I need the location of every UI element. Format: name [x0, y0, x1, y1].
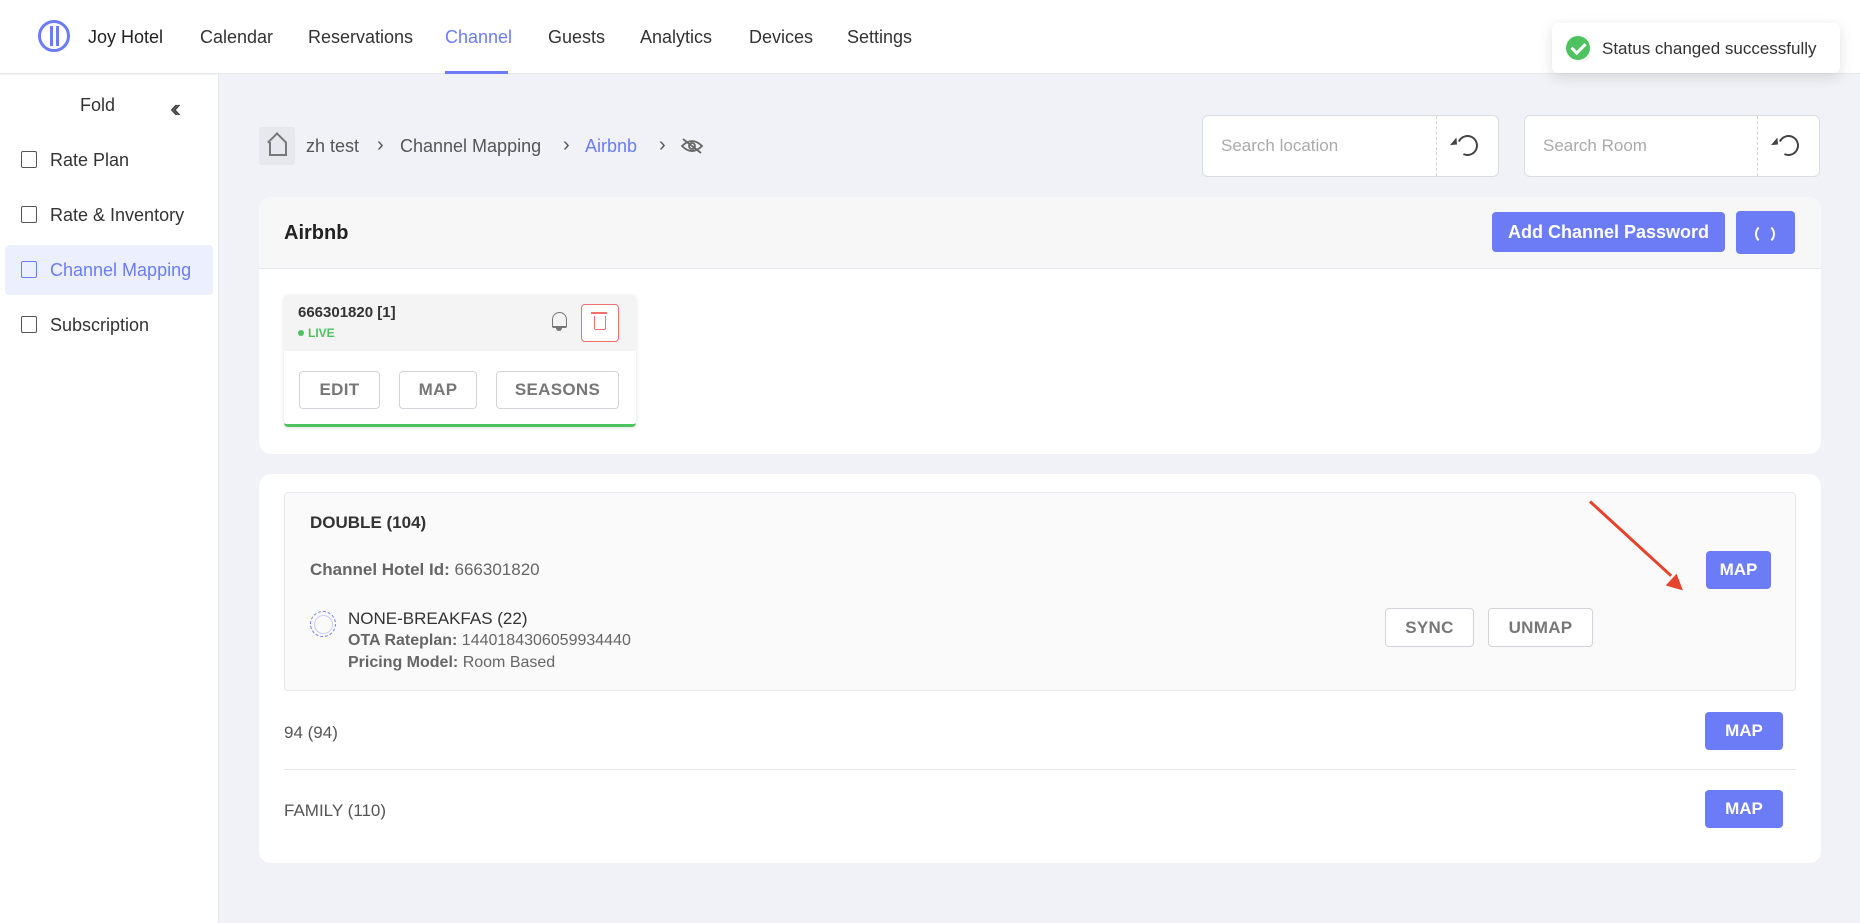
room-title: DOUBLE (104): [310, 513, 427, 532]
sidebar-item-subscription[interactable]: Subscription: [5, 300, 213, 350]
eye-off-icon[interactable]: [680, 138, 704, 154]
pricing-model-value: Room Based: [462, 654, 556, 671]
rate-plan-radio[interactable]: [310, 611, 336, 637]
sidebar-item-label: Rate & Inventory: [50, 205, 185, 225]
search-room-box: [1524, 115, 1820, 177]
sync-button[interactable]: SYNC: [1385, 608, 1474, 647]
sidebar-item-rate-inventory[interactable]: Rate & Inventory: [5, 190, 213, 240]
channel-hotel-id-label: Channel Hotel Id:: [310, 560, 450, 579]
chevron-right-icon: ›: [659, 134, 666, 156]
map-room-button[interactable]: MAP: [1705, 712, 1783, 750]
chevron-right-icon: ›: [377, 134, 384, 156]
ota-rateplan: OTA Rateplan: 1440184306059934440: [348, 632, 631, 650]
room-title: FAMILY (110): [284, 801, 387, 820]
sidebar-item-label: Subscription: [50, 315, 150, 335]
seasons-button[interactable]: SEASONS: [496, 371, 619, 409]
check-circle-icon: [1566, 36, 1590, 60]
nav-devices[interactable]: Devices: [749, 27, 813, 48]
divider: [284, 769, 1796, 770]
map-room-button[interactable]: MAP: [1705, 790, 1783, 828]
channel-card: Airbnb Add Channel Password 666301820 [1…: [259, 197, 1821, 454]
room-title: 94 (94): [284, 723, 338, 742]
reset-room-button[interactable]: [1757, 116, 1819, 176]
rate-plan-name: NONE-BREAKFAS (22): [348, 609, 528, 628]
status-badge: LIVE: [298, 326, 335, 340]
property-card: 666301820 [1] LIVE EDIT MAP SEASONS: [284, 295, 636, 427]
sidebar-item-channel-mapping[interactable]: Channel Mapping: [5, 245, 213, 295]
map-property-button[interactable]: MAP: [399, 371, 477, 409]
rate-inventory-icon: [21, 206, 37, 223]
sync-icon: [1755, 224, 1775, 244]
refresh-channel-button[interactable]: [1736, 211, 1795, 254]
trash-icon: [591, 312, 607, 330]
collapse-sidebar-icon[interactable]: ‹‹: [170, 93, 182, 124]
edit-button[interactable]: EDIT: [299, 371, 380, 409]
sidebar-item-rate-plan[interactable]: Rate Plan: [5, 135, 213, 185]
channel-mapping-icon: [21, 261, 37, 278]
active-nav-indicator: [445, 71, 508, 74]
chevron-right-icon: ›: [563, 134, 570, 156]
sidebar-item-label: Channel Mapping: [50, 260, 192, 280]
sidebar-item-label: Rate Plan: [50, 150, 130, 170]
delete-property-button[interactable]: [581, 304, 619, 342]
channel-title: Airbnb: [284, 222, 349, 244]
unmap-button[interactable]: UNMAP: [1488, 608, 1593, 647]
breadcrumb-airbnb[interactable]: Airbnb: [585, 136, 637, 157]
nav-analytics[interactable]: Analytics: [640, 27, 712, 48]
channel-hotel-id: Channel Hotel Id: 666301820: [310, 560, 540, 580]
property-card-header: 666301820 [1] LIVE: [284, 295, 636, 351]
breadcrumb-channel-mapping[interactable]: Channel Mapping: [400, 136, 541, 157]
home-icon[interactable]: [259, 127, 295, 165]
reset-icon: [1454, 132, 1481, 159]
success-toast: Status changed successfully: [1552, 23, 1840, 73]
nav-settings[interactable]: Settings: [847, 27, 912, 48]
breadcrumb-property[interactable]: zh test: [306, 136, 359, 157]
map-room-button[interactable]: MAP: [1706, 551, 1771, 589]
nav-channel[interactable]: Channel: [445, 27, 512, 48]
nav-calendar[interactable]: Calendar: [200, 27, 273, 48]
rate-plan-icon: [21, 151, 37, 168]
property-id: 666301820 [1]: [298, 304, 396, 321]
channel-hotel-id-value: 666301820: [454, 560, 540, 579]
search-room-input[interactable]: [1525, 116, 1758, 176]
search-location-box: [1202, 115, 1499, 177]
reset-icon: [1775, 132, 1802, 159]
pricing-model: Pricing Model: Room Based: [348, 654, 555, 672]
bell-icon[interactable]: [552, 312, 567, 331]
nav-guests[interactable]: Guests: [548, 27, 605, 48]
room-block-double: DOUBLE (104) Channel Hotel Id: 666301820…: [284, 492, 1796, 691]
add-channel-password-button[interactable]: Add Channel Password: [1492, 212, 1725, 252]
search-location-input[interactable]: [1203, 116, 1437, 176]
app-brand[interactable]: Joy Hotel: [88, 27, 163, 48]
sidebar: Fold ‹‹ Rate Plan Rate & Inventory Chann…: [0, 75, 219, 923]
pricing-model-label: Pricing Model:: [348, 654, 459, 671]
logo-icon: [38, 20, 70, 52]
ota-rateplan-value: 1440184306059934440: [461, 632, 631, 649]
fold-label: Fold: [80, 95, 116, 115]
subscription-icon: [21, 316, 37, 333]
rooms-card: DOUBLE (104) Channel Hotel Id: 666301820…: [259, 474, 1821, 863]
ota-rateplan-label: OTA Rateplan:: [348, 632, 458, 649]
nav-reservations[interactable]: Reservations: [308, 27, 413, 48]
reset-location-button[interactable]: [1436, 116, 1498, 176]
channel-card-header: Airbnb Add Channel Password: [259, 197, 1821, 269]
toast-message: Status changed successfully: [1602, 39, 1817, 58]
